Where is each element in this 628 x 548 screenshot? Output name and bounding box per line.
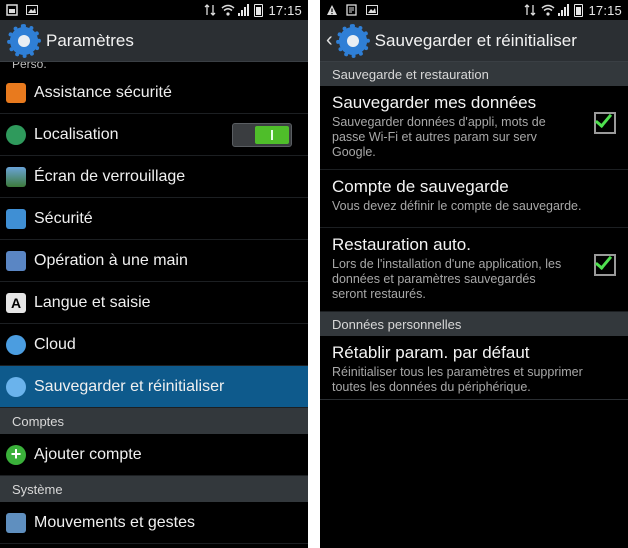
item-label: Écran de verrouillage: [34, 167, 186, 185]
section-header-donnees-personnelles: Données personnelles: [320, 312, 628, 336]
status-bar: 17:15: [320, 0, 628, 20]
image-icon: [26, 4, 38, 16]
clipboard-icon: [346, 4, 358, 16]
item-label: Langue et saisie: [34, 293, 151, 311]
data-transfer-icon: [524, 4, 536, 16]
cloud-icon: [6, 334, 26, 355]
backup-icon: [6, 376, 26, 397]
notification-icon: [6, 4, 18, 16]
status-bar: 17:15: [0, 0, 308, 20]
settings-item-cloud[interactable]: Cloud: [0, 324, 308, 366]
settings-gear-icon[interactable]: [7, 23, 41, 58]
keyboard-a-icon: A: [6, 292, 26, 313]
status-time: 17:15: [268, 2, 302, 18]
setting-retablir-defaut[interactable]: Rétablir param. par défaut Réinitialiser…: [320, 336, 628, 400]
checkmark-icon: [594, 109, 613, 129]
setting-title: Restauration auto.: [332, 235, 471, 254]
backup-data-checkbox[interactable]: [594, 109, 616, 134]
setting-subtitle: Vous devez définir le compte de sauvegar…: [332, 199, 582, 213]
image-icon: [366, 4, 378, 16]
setting-restauration-auto[interactable]: Restauration auto. Lors de l'installatio…: [320, 228, 628, 312]
checkmark-icon: [594, 251, 613, 271]
status-time: 17:15: [588, 2, 622, 18]
motion-icon: [6, 512, 26, 533]
page-title: Sauvegarder et réinitialiser: [374, 30, 577, 50]
wifi-icon: [221, 4, 235, 16]
settings-item-ecran-verrouillage[interactable]: Écran de verrouillage: [0, 156, 308, 198]
item-label: Opération à une main: [34, 251, 188, 269]
left-screen: 17:15 Paramètres Perso. Assistance sécur…: [0, 0, 308, 548]
item-label: Assistance sécurité: [34, 83, 172, 101]
setting-sauvegarder-donnees[interactable]: Sauvegarder mes données Sauvegarder donn…: [320, 86, 628, 170]
item-label: Sécurité: [34, 209, 93, 227]
item-label: Localisation: [34, 125, 119, 143]
settings-item-mouvements-gestes[interactable]: Mouvements et gestes: [0, 502, 308, 544]
auto-restore-checkbox[interactable]: [594, 251, 616, 276]
section-header-perso: Perso.: [12, 62, 47, 71]
signal-icon: [238, 4, 250, 16]
battery-icon: [574, 3, 584, 17]
setting-title: Compte de sauvegarde: [332, 177, 509, 196]
add-icon: +: [6, 444, 26, 465]
padlock-icon: [6, 208, 26, 229]
setting-subtitle: Lors de l'installation d'une application…: [332, 257, 562, 301]
action-bar: ‹ Sauvegarder et réinitialiser: [320, 20, 628, 62]
setting-subtitle: Réinitialiser tous les paramètres et sup…: [332, 365, 583, 394]
settings-item-securite[interactable]: Sécurité: [0, 198, 308, 240]
action-bar: Paramètres: [0, 20, 308, 62]
alert-icon: [326, 4, 338, 16]
setting-title: Rétablir param. par défaut: [332, 343, 530, 362]
data-transfer-icon: [204, 4, 216, 16]
item-label: Ajouter compte: [34, 445, 142, 463]
setting-title: Sauvegarder mes données: [332, 93, 537, 112]
section-header-systeme: Système: [0, 476, 308, 502]
back-chevron-icon[interactable]: ‹: [326, 29, 333, 52]
toggle-on-indicator: [255, 126, 289, 144]
settings-gear-icon[interactable]: [335, 23, 370, 58]
settings-item-langue-saisie[interactable]: A Langue et saisie: [0, 282, 308, 324]
battery-icon: [254, 3, 264, 17]
item-label: Sauvegarder et réinitialiser: [34, 377, 225, 395]
setting-compte-sauvegarde[interactable]: Compte de sauvegarde Vous devez définir …: [320, 170, 628, 228]
settings-item-operation-une-main[interactable]: Opération à une main: [0, 240, 308, 282]
item-label: Mouvements et gestes: [34, 513, 195, 531]
item-label: Cloud: [34, 335, 76, 353]
lock-screen-icon: [6, 166, 26, 187]
wifi-icon: [541, 4, 555, 16]
section-header-comptes: Comptes: [0, 408, 308, 434]
settings-item-sauvegarder-reinitialiser[interactable]: Sauvegarder et réinitialiser: [0, 366, 308, 408]
settings-item-localisation[interactable]: Localisation: [0, 114, 308, 156]
page-title: Paramètres: [46, 30, 134, 50]
section-header-sauvegarde-restauration: Sauvegarde et restauration: [320, 62, 628, 86]
warning-icon: [6, 82, 26, 103]
location-icon: [6, 124, 26, 145]
right-screen: 17:15 ‹ Sauvegarder et réinitialiser Sau…: [320, 0, 628, 548]
settings-item-ajouter-compte[interactable]: + Ajouter compte: [0, 434, 308, 476]
location-toggle[interactable]: [232, 123, 292, 147]
setting-subtitle: Sauvegarder données d'appli, mots de pas…: [332, 115, 546, 159]
one-hand-icon: [6, 250, 26, 271]
settings-item-assistance-securite[interactable]: Assistance sécurité: [0, 72, 308, 114]
signal-icon: [558, 4, 570, 16]
